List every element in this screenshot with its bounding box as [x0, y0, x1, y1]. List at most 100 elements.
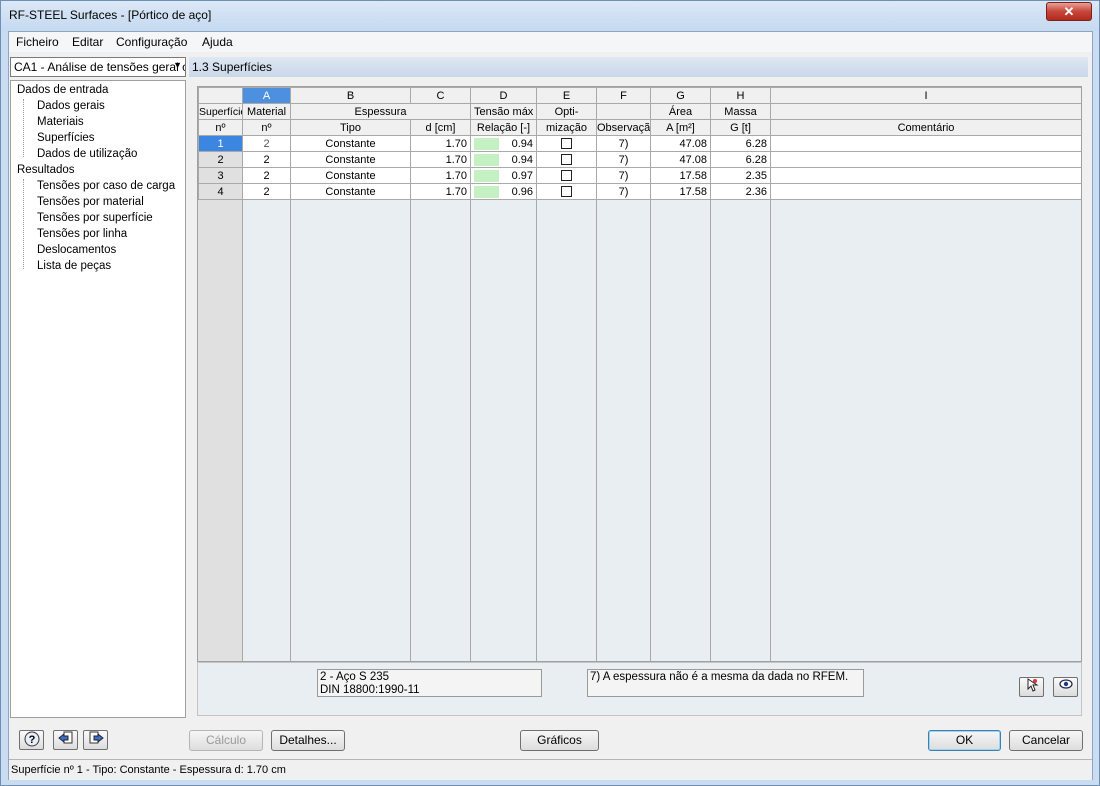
- cancel-button[interactable]: Cancelar: [1009, 730, 1083, 751]
- type-cell[interactable]: Constante: [290, 151, 411, 168]
- column-letter-i[interactable]: I: [770, 87, 1081, 104]
- load-case-select[interactable]: CA1 - Análise de tensões geral c ▼: [10, 57, 186, 77]
- thickness-cell[interactable]: 1.70: [410, 135, 471, 152]
- help-icon: ?: [24, 731, 39, 747]
- material-cell[interactable]: 2: [242, 135, 291, 152]
- load-case-value: CA1 - Análise de tensões geral c: [14, 60, 186, 74]
- navigator-tree: Dados de entrada Dados gerais Materiais …: [10, 80, 186, 718]
- section-title: 1.3 Superfícies: [189, 57, 1088, 77]
- thickness-cell[interactable]: 1.70: [410, 183, 471, 200]
- tree-item-general-data[interactable]: Dados gerais: [37, 100, 105, 112]
- row-number[interactable]: 4: [198, 183, 243, 200]
- ratio-cell: 0.94: [470, 151, 537, 168]
- tree-item-stress-material[interactable]: Tensões por material: [37, 196, 144, 208]
- table-row[interactable]: 4 2 Constante 1.70 0.96 7) 17.58 2.36: [198, 183, 1081, 200]
- menu-file[interactable]: Ficheiro: [16, 35, 59, 49]
- main-panel: 1.3 Superfícies A B C D E F G H I Superf…: [189, 54, 1089, 719]
- row-number[interactable]: 1: [198, 135, 243, 152]
- header-ratio: Relação [-]: [470, 119, 537, 136]
- calculation-button[interactable]: Cálculo: [189, 730, 263, 751]
- corner-cell: [198, 87, 243, 104]
- optimization-cell: [536, 183, 597, 200]
- comment-cell[interactable]: [770, 183, 1081, 200]
- optimization-checkbox[interactable]: [561, 154, 572, 166]
- area-cell: 17.58: [650, 183, 711, 200]
- column-letter-c[interactable]: C: [410, 87, 471, 104]
- column-letter-b[interactable]: B: [290, 87, 411, 104]
- column-letter-f[interactable]: F: [596, 87, 651, 104]
- ok-button[interactable]: OK: [928, 730, 1001, 751]
- tree-item-utilization[interactable]: Dados de utilização: [37, 148, 137, 160]
- graphics-button[interactable]: Gráficos: [520, 730, 599, 751]
- table-row[interactable]: 2 2 Constante 1.70 0.94 7) 47.08 6.28: [198, 151, 1081, 168]
- column-letter-h[interactable]: H: [710, 87, 771, 104]
- optimization-checkbox[interactable]: [561, 138, 572, 150]
- status-bar: Superfície nº 1 - Tipo: Constante - Espe…: [9, 759, 1092, 780]
- menu-bar: Ficheiro Editar Configuração Ajuda: [9, 32, 1092, 52]
- ratio-cell: 0.97: [470, 167, 537, 184]
- header-comment: Comentário: [770, 119, 1081, 136]
- tree-item-stress-load-case[interactable]: Tensões por caso de carga: [37, 180, 175, 192]
- material-info-line2: DIN 18800:1990-11: [320, 684, 420, 696]
- thickness-cell[interactable]: 1.70: [410, 151, 471, 168]
- ratio-cell: 0.96: [470, 183, 537, 200]
- column-letter-e[interactable]: E: [536, 87, 597, 104]
- header-material-no: nº: [242, 119, 291, 136]
- table-row[interactable]: 1 2 Constante 1.70 0.94 7) 47.08 6.28: [198, 135, 1081, 152]
- tree-item-parts-list[interactable]: Lista de peças: [37, 260, 111, 272]
- svg-text:?: ?: [28, 734, 35, 746]
- ratio-value: 0.94: [511, 137, 533, 150]
- tree-item-stress-line[interactable]: Tensões por linha: [37, 228, 127, 240]
- menu-settings[interactable]: Configuração: [116, 35, 187, 49]
- window-title: RF-STEEL Surfaces - [Pórtico de aço]: [9, 8, 212, 22]
- row-number[interactable]: 2: [198, 151, 243, 168]
- header-remark: Observação: [596, 119, 651, 136]
- view-button[interactable]: [1053, 677, 1078, 697]
- details-button[interactable]: Detalhes...: [271, 730, 345, 751]
- client-area: Ficheiro Editar Configuração Ajuda CA1 -…: [8, 31, 1093, 780]
- optimization-checkbox[interactable]: [561, 170, 572, 182]
- material-cell[interactable]: 2: [242, 151, 291, 168]
- row-number[interactable]: 3: [198, 167, 243, 184]
- header-area: Área: [650, 103, 711, 120]
- pick-button[interactable]: [1019, 677, 1044, 697]
- header-comment-top: [770, 103, 1081, 120]
- ratio-value: 0.97: [511, 169, 533, 182]
- tree-item-stress-surface[interactable]: Tensões por superfície: [37, 212, 153, 224]
- comment-cell[interactable]: [770, 135, 1081, 152]
- chevron-down-icon[interactable]: ▼: [173, 60, 182, 70]
- header-optimization-2: mização: [536, 119, 597, 136]
- type-cell[interactable]: Constante: [290, 183, 411, 200]
- column-letter-g[interactable]: G: [650, 87, 711, 104]
- column-letter-d[interactable]: D: [470, 87, 537, 104]
- tree-group-input[interactable]: Dados de entrada: [17, 84, 108, 96]
- tree-group-results[interactable]: Resultados: [17, 164, 75, 176]
- optimization-checkbox[interactable]: [561, 186, 572, 198]
- material-cell[interactable]: 2: [242, 183, 291, 200]
- comment-cell[interactable]: [770, 151, 1081, 168]
- tree-item-deformations[interactable]: Deslocamentos: [37, 244, 116, 256]
- ratio-value: 0.94: [511, 153, 533, 166]
- menu-help[interactable]: Ajuda: [202, 35, 233, 49]
- comment-cell[interactable]: [770, 167, 1081, 184]
- close-button[interactable]: ✕: [1046, 2, 1092, 21]
- tree-item-surfaces[interactable]: Superfícies: [37, 132, 95, 144]
- thickness-cell[interactable]: 1.70: [410, 167, 471, 184]
- import-button[interactable]: [53, 730, 78, 750]
- area-cell: 47.08: [650, 135, 711, 152]
- column-letter-a[interactable]: A: [242, 87, 291, 104]
- table-row[interactable]: 3 2 Constante 1.70 0.97 7) 17.58 2.35: [198, 167, 1081, 184]
- material-cell[interactable]: 2: [242, 167, 291, 184]
- help-button[interactable]: ?: [19, 730, 44, 750]
- surfaces-table: A B C D E F G H I Superfície Material Es…: [198, 87, 1081, 200]
- tree-item-materials[interactable]: Materiais: [37, 116, 84, 128]
- header-surface: Superfície: [198, 103, 243, 120]
- type-cell[interactable]: Constante: [290, 167, 411, 184]
- material-info-box: 2 - Aço S 235 DIN 18800:1990-11: [317, 669, 542, 697]
- area-cell: 47.08: [650, 151, 711, 168]
- area-cell: 17.58: [650, 167, 711, 184]
- eye-icon: [1058, 679, 1073, 689]
- export-button[interactable]: [83, 730, 108, 750]
- menu-edit[interactable]: Editar: [72, 35, 103, 49]
- type-cell[interactable]: Constante: [290, 135, 411, 152]
